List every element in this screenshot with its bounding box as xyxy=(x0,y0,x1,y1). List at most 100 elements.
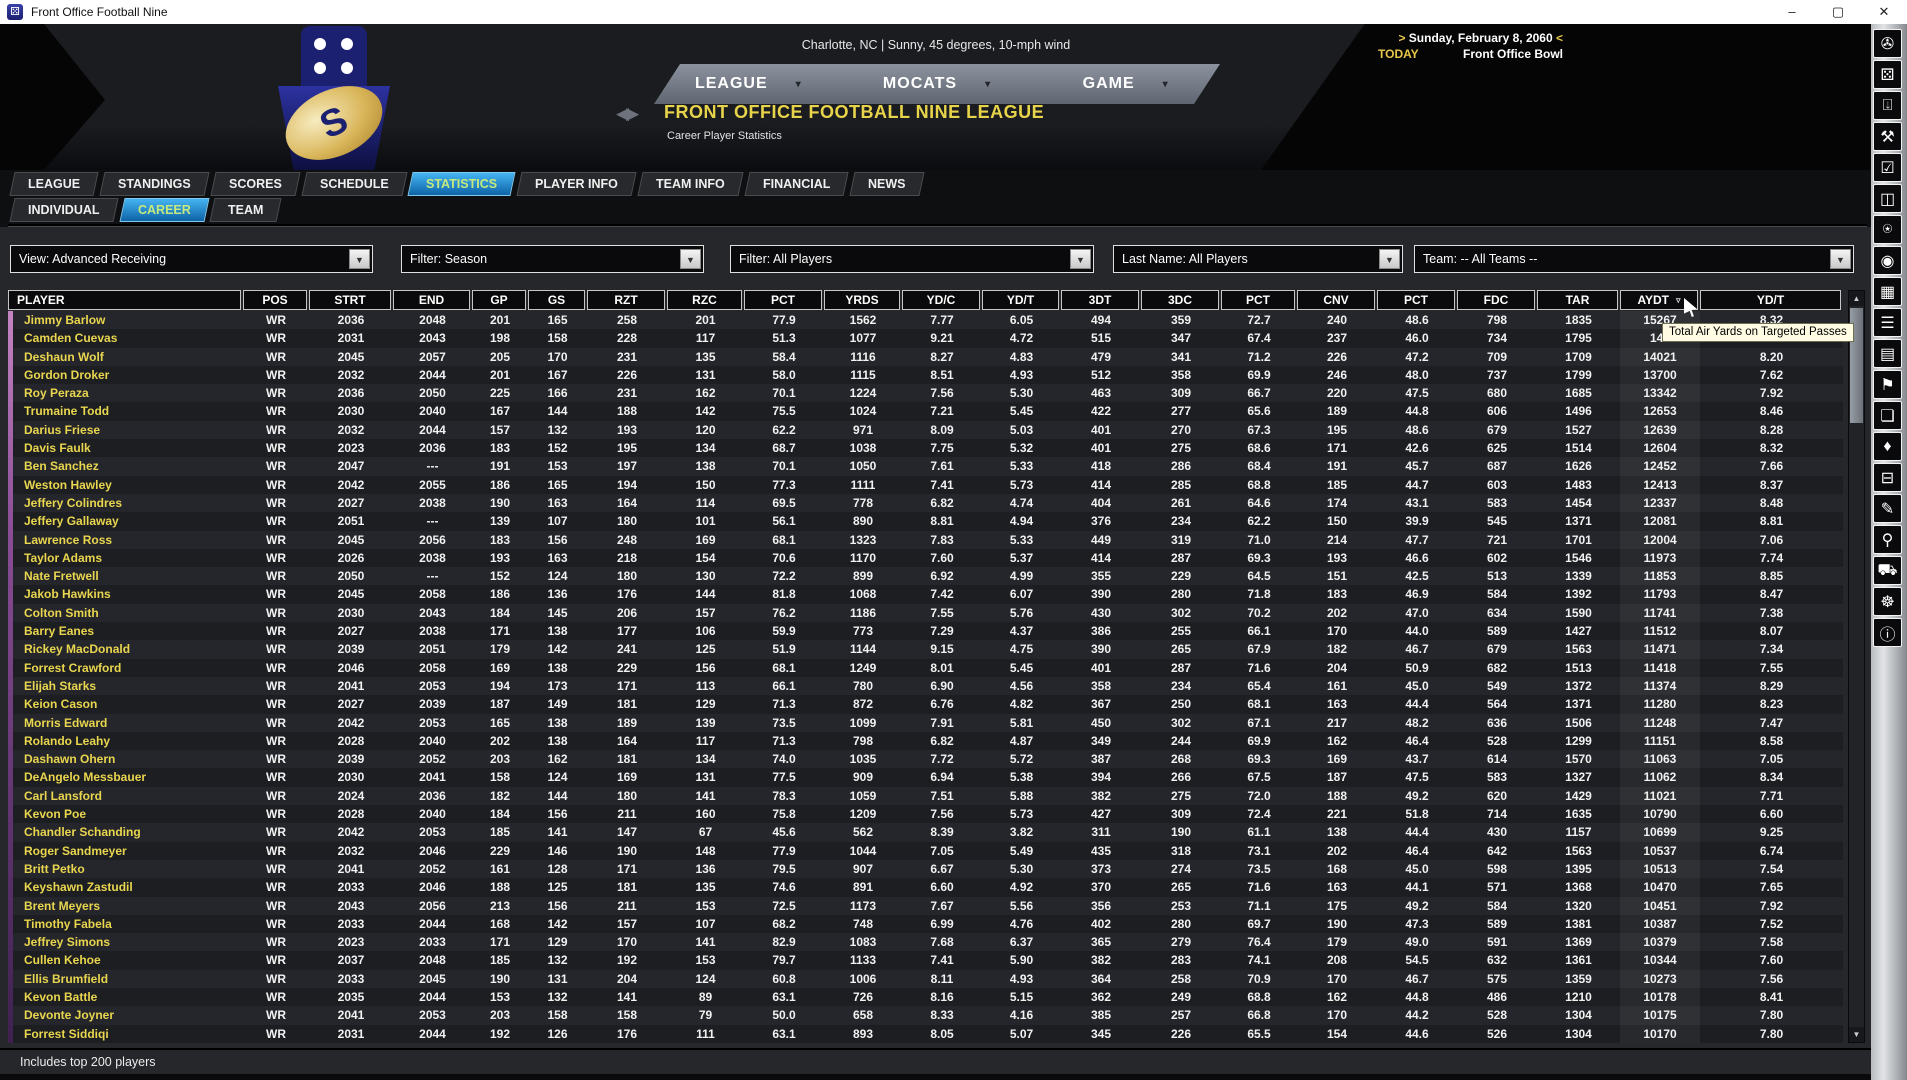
table-row[interactable]: Jeffery ColindresWR202720381901631641146… xyxy=(8,494,1843,512)
tab-standings[interactable]: STANDINGS xyxy=(100,172,210,196)
minimize-button[interactable]: – xyxy=(1769,0,1815,24)
column-header-3dc-13[interactable]: 3DC xyxy=(1141,290,1219,310)
column-header-3dt-12[interactable]: 3DT xyxy=(1061,290,1139,310)
column-header-yd-c-10[interactable]: YD/C xyxy=(902,290,980,310)
column-header-tar-18[interactable]: TAR xyxy=(1537,290,1618,310)
table-row[interactable]: Trumaine ToddWR2030204016714418814275.51… xyxy=(8,402,1843,420)
book-icon[interactable]: ◫ xyxy=(1873,184,1902,213)
lastname-filter-dropdown[interactable]: Last Name: All Players▼ xyxy=(1113,245,1403,273)
table-row[interactable]: Nate FretwellWR2050---15212418013072.289… xyxy=(8,567,1843,585)
table-row[interactable]: Jakob HawkinsWR2045205818613617614481.81… xyxy=(8,585,1843,603)
tab-team-info[interactable]: TEAM INFO xyxy=(638,172,744,196)
search-icon[interactable]: ⚲ xyxy=(1873,525,1902,554)
column-header-rzc-7[interactable]: RZC xyxy=(667,290,742,310)
column-header-end-3[interactable]: END xyxy=(393,290,470,310)
column-header-pct-14[interactable]: PCT xyxy=(1221,290,1295,310)
pencil-icon[interactable]: ✎ xyxy=(1873,494,1902,523)
menu-league[interactable]: LEAGUE▾ xyxy=(654,75,843,93)
news-icon[interactable]: ▤ xyxy=(1873,339,1902,368)
table-row[interactable]: Keion CasonWR2027203918714918112971.3872… xyxy=(8,695,1843,713)
table-row[interactable]: Darius FrieseWR2032204415713219312062.29… xyxy=(8,421,1843,439)
column-header-yd-t-11[interactable]: YD/T xyxy=(982,290,1059,310)
table-row[interactable]: Lawrence RossWR2045205618315624816968.11… xyxy=(8,531,1843,549)
column-header-pct-8[interactable]: PCT xyxy=(744,290,822,310)
table-row[interactable]: Keyshawn ZastudilWR203320461881251811357… xyxy=(8,878,1843,896)
table-row[interactable]: Roger SandmeyerWR2032204622914619014877.… xyxy=(8,842,1843,860)
table-row[interactable]: Kevon BattleWR203520441531321418963.1726… xyxy=(8,988,1843,1006)
wheel-icon[interactable]: ☸ xyxy=(1873,587,1902,616)
subtab-team[interactable]: TEAM xyxy=(210,198,283,222)
table-row[interactable]: Colton SmithWR2030204318414520615776.211… xyxy=(8,604,1843,622)
table-row[interactable]: Brent MeyersWR2043205621315621115372.511… xyxy=(8,897,1843,915)
film-icon[interactable]: ✇ xyxy=(1873,29,1902,58)
table-row[interactable]: Roy PerazaWR2036205022516623116270.11224… xyxy=(8,384,1843,402)
column-header-fdc-17[interactable]: FDC xyxy=(1457,290,1535,310)
maximize-button[interactable]: ▢ xyxy=(1815,0,1861,24)
table-row[interactable]: Kevon PoeWR2028204018415621116075.812097… xyxy=(8,805,1843,823)
scroll-down-icon[interactable]: ▼ xyxy=(1849,1027,1864,1042)
table-row[interactable]: Deshaun WolfWR2045205720517023113558.411… xyxy=(8,348,1843,366)
printer-icon[interactable]: ⊟ xyxy=(1873,463,1902,492)
table-row[interactable]: Timothy FabelaWR2033204416814215710768.2… xyxy=(8,915,1843,933)
player-filter-dropdown[interactable]: Filter: All Players▼ xyxy=(730,245,1094,273)
tab-financial[interactable]: FINANCIAL xyxy=(745,172,849,196)
table-row[interactable]: Weston HawleyWR2042205518616519415077.31… xyxy=(8,476,1843,494)
table-row[interactable]: Cullen KehoeWR2037204818513219215379.711… xyxy=(8,951,1843,969)
close-button[interactable]: ✕ xyxy=(1861,0,1907,24)
table-row[interactable]: Forrest CrawfordWR2046205816913822915668… xyxy=(8,659,1843,677)
table-scrollbar[interactable]: ▲ ▼ xyxy=(1848,290,1865,1043)
column-header-gp-4[interactable]: GP xyxy=(472,290,526,310)
table-row[interactable]: Forrest SiddiqiWR2031204419212617611163.… xyxy=(8,1025,1843,1043)
table-row[interactable]: Chandler SchandingWR20422053185141147674… xyxy=(8,823,1843,841)
table-row[interactable]: Carl LansfordWR2024203618214418014178.31… xyxy=(8,787,1843,805)
flag-icon[interactable]: ⚑ xyxy=(1873,370,1902,399)
table-row[interactable]: Jimmy BarlowWR2036204820116525820177.915… xyxy=(8,311,1843,329)
table-row[interactable]: Camden CuevasWR2031204319815822811751.31… xyxy=(8,329,1843,347)
table-row[interactable]: Devonte JoynerWR204120532031581587950.06… xyxy=(8,1006,1843,1024)
grid-icon[interactable]: ▦ xyxy=(1873,277,1902,306)
table-row[interactable]: Elijah StarksWR2041205319417317111366.17… xyxy=(8,677,1843,695)
table-row[interactable]: Davis FaulkWR2023203618315219513468.7103… xyxy=(8,439,1843,457)
info-icon[interactable]: ⓘ xyxy=(1873,618,1902,647)
table-row[interactable]: Ben SanchezWR2047---19115319713870.11050… xyxy=(8,457,1843,475)
medal-icon[interactable]: ⍟ xyxy=(1873,215,1902,244)
table-row[interactable]: Taylor AdamsWR2026203819316321815470.611… xyxy=(8,549,1843,567)
tab-schedule[interactable]: SCHEDULE xyxy=(301,172,407,196)
column-header-strt-2[interactable]: STRT xyxy=(309,290,391,310)
tools-icon[interactable]: ⚒ xyxy=(1873,122,1902,151)
column-header-pos-1[interactable]: POS xyxy=(243,290,307,310)
chevron-down-icon[interactable]: ▼ xyxy=(1379,249,1400,269)
subtab-career[interactable]: CAREER xyxy=(119,198,209,222)
tab-player-info[interactable]: PLAYER INFO xyxy=(517,172,637,196)
menu-mocats[interactable]: MOCATS▾ xyxy=(843,75,1032,93)
table-row[interactable]: Gordon DrokerWR2032204420116722613158.01… xyxy=(8,366,1843,384)
table-row[interactable]: Dashawn OhernWR2039205220316218113474.01… xyxy=(8,750,1843,768)
column-header-yrds-9[interactable]: YRDS xyxy=(824,290,900,310)
table-row[interactable]: Britt PetkoWR2041205216112817113679.5907… xyxy=(8,860,1843,878)
eye-icon[interactable]: ◉ xyxy=(1873,246,1902,275)
cart-icon[interactable]: ⛟ xyxy=(1873,556,1902,585)
tab-news[interactable]: NEWS xyxy=(850,172,925,196)
table-row[interactable]: DeAngelo MessbauerWR20302041158124169131… xyxy=(8,768,1843,786)
team-dropdown[interactable]: Team: -- All Teams --▼ xyxy=(1414,245,1854,273)
table-row[interactable]: Barry EanesWR2027203817113817710659.9773… xyxy=(8,622,1843,640)
menu-game[interactable]: GAME▾ xyxy=(1031,75,1220,93)
column-header-pct-16[interactable]: PCT xyxy=(1377,290,1455,310)
table-row[interactable]: Ellis BrumfieldWR2033204519013120412460.… xyxy=(8,970,1843,988)
board-icon[interactable]: ❏ xyxy=(1873,401,1902,430)
table-row[interactable]: Rickey MacDonaldWR2039205117914224112551… xyxy=(8,640,1843,658)
dice-icon[interactable]: ⚄ xyxy=(1873,60,1902,89)
chevron-down-icon[interactable]: ▼ xyxy=(1830,249,1851,269)
tag-icon[interactable]: ♦ xyxy=(1873,432,1902,461)
tab-league[interactable]: LEAGUE xyxy=(9,172,98,196)
list-icon[interactable]: ☰ xyxy=(1873,308,1902,337)
subtab-individual[interactable]: INDIVIDUAL xyxy=(9,198,118,222)
table-row[interactable]: Morris EdwardWR2042205316513818913973.51… xyxy=(8,714,1843,732)
column-header-gs-5[interactable]: GS xyxy=(528,290,585,310)
table-row[interactable]: Jeffrey SimonsWR2023203317112917014182.9… xyxy=(8,933,1843,951)
page-nav-arrows-icon[interactable]: ◀▶ xyxy=(616,104,636,124)
checklist-icon[interactable]: ☑ xyxy=(1873,153,1902,182)
table-row[interactable]: Rolando LeahyWR2028204020213816411771.37… xyxy=(8,732,1843,750)
save-icon[interactable]: ⍗ xyxy=(1873,91,1902,120)
season-filter-dropdown[interactable]: Filter: Season▼ xyxy=(401,245,704,273)
